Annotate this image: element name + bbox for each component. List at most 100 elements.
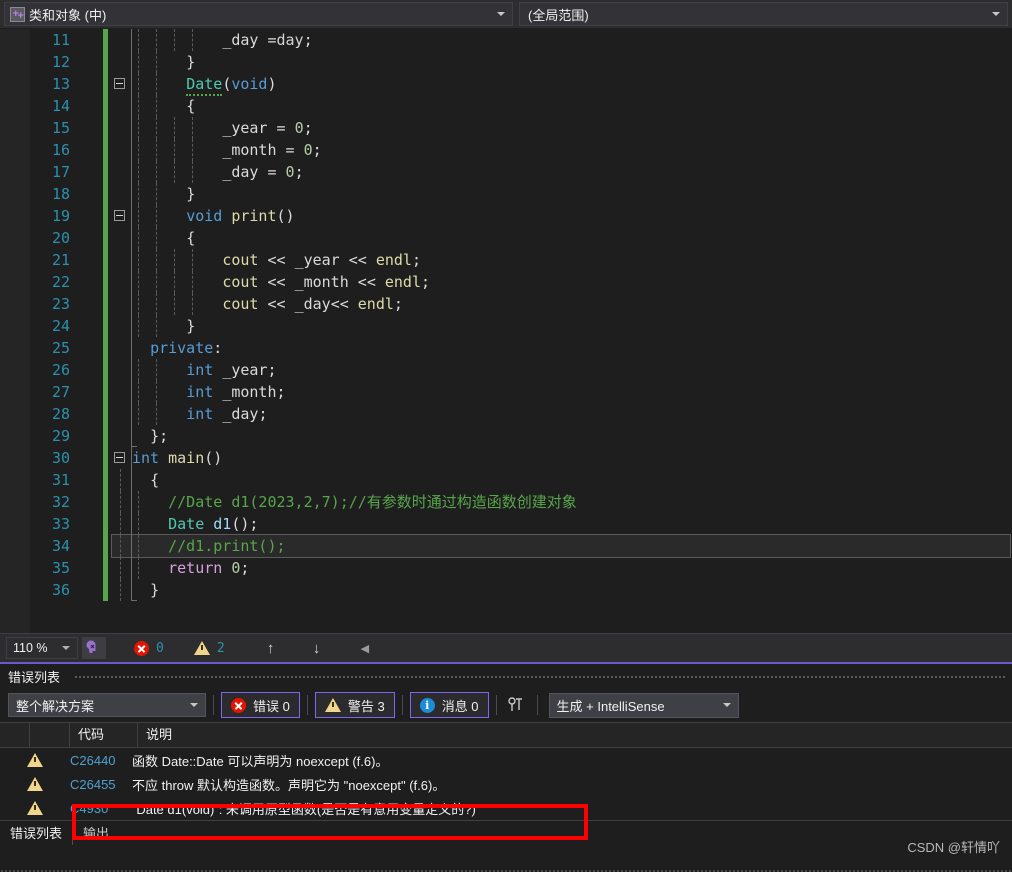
- code-line[interactable]: 31 {: [0, 469, 1012, 491]
- row-code-cell[interactable]: C26455: [70, 777, 132, 792]
- editor-status-bar: 110 % 0 2 ↑ ↓ ◀: [0, 633, 1012, 662]
- code-line[interactable]: 12 }: [0, 51, 1012, 73]
- visual-studio-window: 类和对象 (中) (全局范围) 11 _day =day;12 }13 Date…: [0, 0, 1012, 872]
- collapse-status-button[interactable]: ◀: [361, 642, 369, 655]
- panel-title-label: 错误列表: [8, 669, 61, 685]
- intellisense-pen-icon[interactable]: [82, 637, 106, 659]
- warning-count-status[interactable]: 2: [193, 640, 225, 656]
- code-text-container: private:: [112, 337, 1012, 359]
- code-line[interactable]: 34 //d1.print();: [0, 534, 1012, 558]
- errors-filter-label: 错误 0: [253, 698, 290, 714]
- line-number: 22: [51, 273, 70, 291]
- table-row[interactable]: C26440 函数 Date::Date 可以声明为 noexcept (f.6)…: [0, 748, 1012, 772]
- next-issue-button[interactable]: ↓: [309, 640, 325, 657]
- code-line[interactable]: 14 {: [0, 95, 1012, 117]
- code-line-text: int _month;: [186, 383, 286, 401]
- code-line-text: _day = 0;: [222, 163, 304, 181]
- change-indicator-bar: [103, 535, 108, 557]
- code-line[interactable]: 16 _month = 0;: [0, 139, 1012, 161]
- tab-output[interactable]: 输出: [72, 823, 119, 845]
- build-source-dropdown[interactable]: 生成 + IntelliSense: [548, 692, 739, 718]
- error-count-status[interactable]: 0: [134, 640, 164, 656]
- code-text-container: {: [112, 95, 1012, 117]
- code-line-text: int main(): [132, 449, 223, 467]
- line-number: 13: [51, 75, 70, 93]
- toolbar-separator: [536, 695, 538, 715]
- code-line[interactable]: 22 cout << _month << endl;: [0, 271, 1012, 293]
- line-number: 12: [51, 53, 70, 71]
- error-list-panel: 错误列表 整个解决方案 错误 0 警告 3 i 消息 0 生成 + Intell…: [0, 662, 1012, 872]
- line-number: 35: [51, 559, 70, 577]
- code-line[interactable]: 26 int _year;: [0, 359, 1012, 381]
- wrench-glyph: [507, 697, 522, 711]
- code-line[interactable]: 15 _year = 0;: [0, 117, 1012, 139]
- code-line[interactable]: 30 int main(): [0, 447, 1012, 469]
- change-indicator-bar: [103, 183, 108, 205]
- code-line[interactable]: 27 int _month;: [0, 381, 1012, 403]
- code-text-container: }: [112, 315, 1012, 337]
- code-text-container: cout << _year << endl;: [112, 249, 1012, 271]
- indent-guide: [156, 381, 157, 403]
- line-number: 20: [51, 229, 70, 247]
- code-line[interactable]: 25 private:: [0, 337, 1012, 359]
- code-line[interactable]: 23 cout << _day<< endl;: [0, 293, 1012, 315]
- warnings-filter-button[interactable]: 警告 3: [314, 692, 395, 718]
- global-scope-dropdown[interactable]: (全局范围): [519, 2, 1008, 26]
- messages-filter-button[interactable]: i 消息 0: [409, 692, 489, 718]
- column-header-description[interactable]: 说明: [138, 723, 1012, 747]
- table-row[interactable]: C26455 不应 throw 默认构造函数。声明它为 "noexcept" (f…: [0, 772, 1012, 796]
- change-indicator-bar: [103, 249, 108, 271]
- code-line[interactable]: 17 _day = 0;: [0, 161, 1012, 183]
- code-line[interactable]: 35 return 0;: [0, 557, 1012, 579]
- chevron-down-icon: [497, 12, 505, 16]
- code-line[interactable]: 29 };: [0, 425, 1012, 447]
- warning-count-label: 2: [216, 640, 225, 656]
- code-line[interactable]: 18 }: [0, 183, 1012, 205]
- row-code-cell[interactable]: C26440: [70, 753, 132, 768]
- row-code-cell[interactable]: C4930: [70, 801, 132, 816]
- indent-guide: [138, 271, 139, 293]
- row-description-cell: “Date d1(void)”: 未调用原型函数(是否是有意用变量定义的?): [132, 801, 476, 817]
- code-text-container: _year = 0;: [112, 117, 1012, 139]
- indent-guide: [138, 359, 139, 381]
- indent-guide: [138, 29, 139, 51]
- errors-filter-button[interactable]: 错误 0: [221, 692, 300, 718]
- table-row[interactable]: C4930 “Date d1(void)”: 未调用原型函数(是否是有意用变量定义…: [0, 796, 1012, 820]
- code-line[interactable]: 19 void print(): [0, 205, 1012, 227]
- code-line[interactable]: 24 }: [0, 315, 1012, 337]
- code-editor[interactable]: 11 _day =day; 12 } 13 Date(void) 14 {15 _ye…: [0, 29, 1012, 633]
- indent-guide: [138, 183, 139, 205]
- code-line[interactable]: 11 _day =day;: [0, 29, 1012, 51]
- code-line-text: cout << _month << endl;: [222, 273, 431, 291]
- scope-filter-dropdown[interactable]: 整个解决方案: [8, 693, 206, 717]
- indent-guide: [156, 161, 157, 183]
- code-line-text: cout << _day<< endl;: [222, 295, 403, 313]
- column-header-severity[interactable]: [30, 723, 70, 747]
- zoom-level-dropdown[interactable]: 110 %: [6, 637, 78, 659]
- build-filter-icon[interactable]: [506, 695, 528, 715]
- column-header-blank1[interactable]: [0, 723, 30, 747]
- code-line[interactable]: 21 cout << _year << endl;: [0, 249, 1012, 271]
- indent-guide: [120, 535, 121, 557]
- code-line[interactable]: 33 Date d1();: [0, 513, 1012, 535]
- code-text-container: Date(void): [112, 73, 1012, 96]
- error-list-rows[interactable]: C26440 函数 Date::Date 可以声明为 noexcept (f.6)…: [0, 748, 1012, 820]
- code-line[interactable]: 32 //Date d1(2023,2,7);//有参数时通过构造函数创建对象: [0, 491, 1012, 513]
- code-lines-container[interactable]: 11 _day =day; 12 } 13 Date(void) 14 {15 _ye…: [0, 29, 1012, 633]
- tab-error-list[interactable]: 错误列表: [6, 823, 72, 845]
- code-line[interactable]: 13 Date(void): [0, 73, 1012, 96]
- code-line[interactable]: 28 int _day;: [0, 403, 1012, 425]
- code-text-container: void print(): [112, 205, 1012, 227]
- code-line[interactable]: 20 {: [0, 227, 1012, 249]
- previous-issue-button[interactable]: ↑: [263, 640, 279, 657]
- code-line[interactable]: 36 }: [0, 579, 1012, 601]
- warning-triangle-icon: [193, 641, 210, 655]
- member-scope-dropdown[interactable]: 类和对象 (中): [4, 2, 513, 26]
- change-indicator-bar: [103, 425, 108, 447]
- indent-guide: [174, 29, 175, 51]
- panel-drag-grip[interactable]: [74, 675, 1006, 678]
- indent-guide: [192, 293, 193, 315]
- column-header-code[interactable]: 代码: [70, 723, 138, 747]
- code-text-container: int main(): [112, 447, 1012, 469]
- code-line-text: }: [186, 185, 196, 203]
